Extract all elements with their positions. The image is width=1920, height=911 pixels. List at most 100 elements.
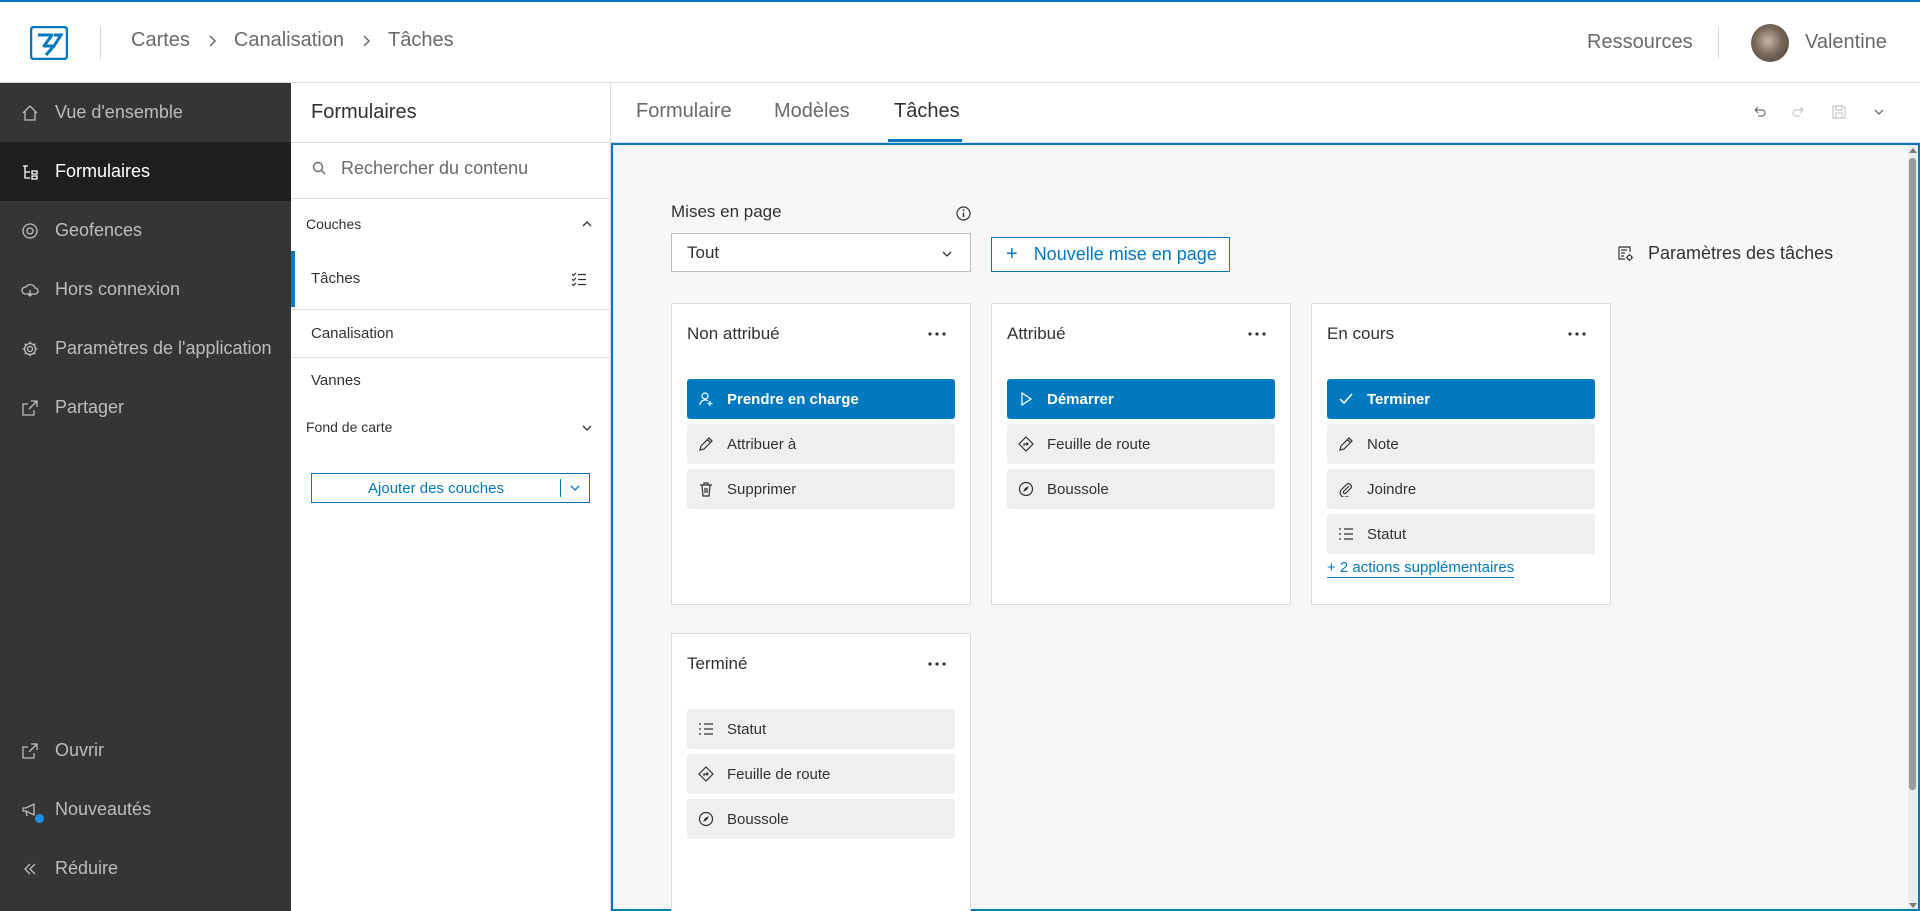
nav-item-open[interactable]: Ouvrir [0,721,291,780]
nav-item-share[interactable]: Partager [0,378,291,437]
action-label: Supprimer [727,480,797,498]
nav-item-app-settings[interactable]: Paramètres de l'application [0,319,291,378]
layer-item-valves[interactable]: Vannes [291,359,611,405]
user-name[interactable]: Valentine [1805,31,1887,54]
nav-item-label: Partager [55,397,125,417]
task-list-icon [571,272,586,287]
header-divider [1718,27,1719,59]
new-layout-label: Nouvelle mise en page [1033,244,1217,264]
layer-item-tasks[interactable]: Tâches [291,251,611,307]
layers-group-title[interactable]: Couches [306,216,361,232]
add-layers-dropdown[interactable] [561,482,589,494]
add-layers-label: Ajouter des couches [368,479,504,497]
avatar[interactable] [1751,24,1789,62]
layer-label: Vannes [311,372,361,389]
list-icon [699,723,713,735]
action-directions[interactable]: Feuille de route [1007,424,1275,464]
chevron-up-icon[interactable] [581,218,593,230]
more-options-icon[interactable] [1246,326,1268,342]
action-label: Démarrer [1047,390,1114,408]
action-label: Note [1367,435,1399,453]
card-title: Terminé [687,654,748,673]
nav-item-offline[interactable]: Hors connexion [0,260,291,319]
action-assign-to[interactable]: Attribuer à [687,424,955,464]
layouts-select[interactable]: Tout [671,233,971,272]
breadcrumb-pipeline[interactable]: Canalisation [234,29,344,52]
more-options-icon[interactable] [926,656,948,672]
info-icon[interactable] [956,206,971,221]
action-label: Terminer [1367,390,1431,408]
action-label: Joindre [1367,480,1417,498]
nav-item-whats-new[interactable]: Nouveautés [0,780,291,839]
scroll-up-icon[interactable] [1909,147,1917,153]
action-start[interactable]: Démarrer [1007,379,1275,419]
more-options-icon[interactable] [1566,326,1588,342]
nav-item-forms[interactable]: Formulaires [0,142,291,201]
status-card-unassigned: Non attribué Prendre en charge Attribuer… [671,303,971,605]
task-settings-button[interactable]: Paramètres des tâches [1617,243,1833,264]
action-status[interactable]: Statut [687,709,955,749]
status-card-in-progress: En cours Terminer Note Joindre Statut + … [1311,303,1611,605]
action-complete[interactable]: Terminer [1327,379,1595,419]
resources-link[interactable]: Ressources [1587,31,1693,54]
action-delete[interactable]: Supprimer [687,469,955,509]
scrollbar-thumb[interactable] [1909,158,1916,790]
geofence-icon [22,222,38,239]
pencil-icon [1339,437,1353,451]
breadcrumb-maps[interactable]: Cartes [131,29,190,52]
breadcrumb: Cartes Canalisation Tâches [131,29,454,52]
action-status[interactable]: Statut [1327,514,1595,554]
layer-label: Canalisation [311,325,394,342]
tab-tasks[interactable]: Tâches [894,100,960,123]
offline-cloud-icon [21,283,39,297]
action-attach[interactable]: Joindre [1327,469,1595,509]
action-directions[interactable]: Feuille de route [687,754,955,794]
nav-item-overview[interactable]: Vue d'ensemble [0,83,291,142]
more-options-icon[interactable] [926,326,948,342]
basemap-group-title[interactable]: Fond de carte [306,419,392,435]
chevron-down-icon[interactable] [1871,104,1887,120]
action-compass[interactable]: Boussole [1007,469,1275,509]
action-label: Boussole [727,810,789,828]
compass-icon [1018,481,1034,497]
app-logo-icon[interactable] [30,26,68,60]
redo-icon[interactable] [1791,104,1807,120]
action-take-charge[interactable]: Prendre en charge [687,379,955,419]
user-add-icon [699,392,713,406]
divider [291,142,611,143]
action-label: Statut [1367,525,1407,543]
status-card-assigned: Attribué Démarrer Feuille de route Bouss… [991,303,1291,605]
chevron-down-icon[interactable] [581,422,593,434]
action-label: Attribuer à [727,435,797,453]
action-note[interactable]: Note [1327,424,1595,464]
tab-templates[interactable]: Modèles [774,100,850,123]
action-compass[interactable]: Boussole [687,799,955,839]
new-layout-button[interactable]: + Nouvelle mise en page [991,237,1230,272]
tab-form[interactable]: Formulaire [636,100,732,123]
layer-label: Tâches [311,270,361,287]
nav-item-collapse[interactable]: Réduire [0,839,291,898]
search-input[interactable] [341,153,591,183]
nav-item-geofences[interactable]: Geofences [0,201,291,260]
breadcrumb-tasks[interactable]: Tâches [388,29,454,52]
share-icon [22,399,38,416]
task-settings-icon [1618,246,1634,262]
form-tree-icon [23,164,38,180]
search-icon [312,161,326,175]
undo-icon[interactable] [1751,104,1767,120]
action-label: Prendre en charge [727,390,859,408]
more-actions-link[interactable]: + 2 actions supplémentaires [1327,559,1515,578]
home-icon [22,104,38,121]
nav-item-label: Réduire [55,858,119,878]
card-title: En cours [1327,324,1395,343]
chevron-right-icon [209,34,216,47]
card-title: Attribué [1007,324,1066,343]
add-layers-button[interactable]: Ajouter des couches [311,473,590,503]
nav-item-label: Nouveautés [55,799,152,819]
nav-item-label: Paramètres de l'application [55,338,272,358]
nav-item-label: Vue d'ensemble [55,102,183,122]
save-icon[interactable] [1831,104,1847,120]
scroll-down-icon[interactable] [1909,903,1917,909]
layer-item-pipeline[interactable]: Canalisation [291,311,611,357]
action-label: Feuille de route [727,765,831,783]
